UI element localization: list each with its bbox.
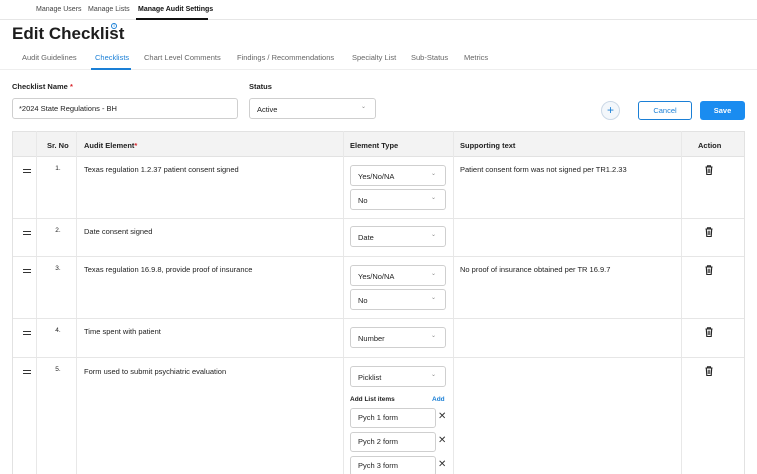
element-type-select[interactable]: Picklist ⌄ [350, 366, 446, 387]
row-audit-element: Form used to submit psychiatric evaluati… [84, 367, 227, 376]
table-row: 4. Time spent with patient Number ⌄ [13, 319, 744, 358]
checklist-name-input[interactable]: *2024 State Regulations - BH [12, 98, 238, 119]
element-type-select[interactable]: Number ⌄ [350, 327, 446, 348]
element-type-value: Picklist [358, 373, 382, 382]
row-sr-no: 4. [55, 327, 61, 334]
checklist-name-label: Checklist Name * [12, 82, 73, 91]
chevron-down-icon: ⌄ [430, 372, 436, 378]
chevron-down-icon: ⌄ [430, 271, 436, 277]
table-row: 5. Form used to submit psychiatric evalu… [13, 358, 744, 474]
element-subtype-value: No [358, 296, 368, 305]
nav-manage-users[interactable]: Manage Users [36, 6, 82, 13]
table-row: 1. Texas regulation 1.2.37 patient conse… [13, 157, 744, 219]
header-sr-no: Sr. No [47, 141, 69, 150]
nav-manage-audit-settings[interactable]: Manage Audit Settings [138, 6, 213, 13]
header-element-type: Element Type [350, 141, 399, 150]
tab-chart-level-comments[interactable]: Chart Level Comments [144, 53, 221, 62]
chevron-down-icon: ⌄ [430, 171, 436, 177]
trash-icon[interactable] [703, 365, 715, 377]
row-sr-no: 3. [55, 265, 61, 272]
chevron-down-icon: ⌄ [430, 232, 436, 238]
trash-icon[interactable] [703, 264, 715, 276]
row-sr-no: 1. [55, 165, 61, 172]
tab-checklists[interactable]: Checklists [95, 53, 129, 62]
tab-findings-recommendations[interactable]: Findings / Recommendations [237, 53, 334, 62]
element-type-value: Date [358, 233, 374, 242]
header-action: Action [698, 141, 722, 150]
required-mark: * [69, 82, 73, 91]
tab-bar: Audit Guidelines Checklists Chart Level … [0, 46, 757, 70]
list-item-input[interactable]: Pych 3 form [350, 456, 436, 474]
element-subtype-value: No [358, 196, 368, 205]
tab-sub-status[interactable]: Sub-Status [411, 53, 448, 62]
element-type-select[interactable]: Yes/No/NA ⌄ [350, 165, 446, 186]
row-supporting-text: No proof of insurance obtained per TR 16… [460, 265, 611, 274]
trash-icon[interactable] [703, 326, 715, 338]
list-item-input[interactable]: Pych 1 form [350, 408, 436, 428]
row-supporting-text: Patient consent form was not signed per … [460, 165, 627, 174]
drag-handle-icon[interactable] [23, 231, 31, 235]
table-row: 2. Date consent signed Date ⌄ [13, 219, 744, 257]
trash-icon[interactable] [703, 164, 715, 176]
drag-handle-icon[interactable] [23, 269, 31, 273]
tab-specialty-list[interactable]: Specialty List [352, 53, 396, 62]
header-supporting-text: Supporting text [460, 141, 516, 150]
table-header: Sr. No Audit Element* Element Type Suppo… [13, 131, 744, 157]
row-audit-element: Texas regulation 16.9.8, provide proof o… [84, 265, 253, 274]
close-icon[interactable]: ✕ [438, 435, 446, 446]
row-sr-no: 5. [55, 366, 61, 373]
table-row: 3. Texas regulation 16.9.8, provide proo… [13, 257, 744, 319]
row-audit-element: Date consent signed [84, 227, 153, 236]
nav-manage-lists[interactable]: Manage Lists [88, 6, 130, 13]
drag-handle-icon[interactable] [23, 370, 31, 374]
header-audit-element: Audit Element* [84, 141, 137, 150]
element-type-value: Number [358, 334, 385, 343]
checklist-name-label-text: Checklist Name [12, 82, 68, 91]
row-audit-element: Texas regulation 1.2.37 patient consent … [84, 165, 239, 174]
cancel-button[interactable]: Cancel [638, 101, 692, 120]
save-button[interactable]: Save [700, 101, 745, 120]
status-value: Active [257, 105, 278, 114]
element-type-select[interactable]: Yes/No/NA ⌄ [350, 265, 446, 286]
add-list-items-label: Add List items [350, 396, 395, 403]
drag-handle-icon[interactable] [23, 331, 31, 335]
header-audit-element-text: Audit Element [84, 141, 135, 150]
list-item-input[interactable]: Pych 2 form [350, 432, 436, 452]
page-title: Edit Checklist [12, 24, 125, 43]
chevron-down-icon: ⌄ [360, 104, 366, 110]
checklist-table: Sr. No Audit Element* Element Type Suppo… [12, 131, 745, 474]
status-select[interactable]: Active ⌄ [249, 98, 376, 119]
element-subtype-select[interactable]: No ⌄ [350, 289, 446, 310]
element-type-select[interactable]: Date ⌄ [350, 226, 446, 247]
close-icon[interactable]: ✕ [438, 411, 446, 422]
chevron-down-icon: ⌄ [430, 333, 436, 339]
tab-metrics[interactable]: Metrics [464, 53, 488, 62]
drag-handle-icon[interactable] [23, 169, 31, 173]
status-label: Status [249, 82, 272, 91]
add-list-item-link[interactable]: Add [432, 396, 445, 403]
row-audit-element: Time spent with patient [84, 327, 161, 336]
required-mark: * [134, 141, 138, 150]
tab-active-indicator [91, 68, 131, 70]
element-type-value: Yes/No/NA [358, 172, 395, 181]
row-sr-no: 2. [55, 227, 61, 234]
close-icon[interactable]: ✕ [438, 459, 446, 470]
top-nav: Manage Users Manage Lists Manage Audit S… [0, 0, 757, 20]
chevron-down-icon: ⌄ [430, 295, 436, 301]
element-type-value: Yes/No/NA [358, 272, 395, 281]
info-icon[interactable]: i [111, 23, 117, 29]
element-subtype-select[interactable]: No ⌄ [350, 189, 446, 210]
chevron-down-icon: ⌄ [430, 195, 436, 201]
nav-active-indicator [136, 18, 208, 20]
trash-icon[interactable] [703, 226, 715, 238]
tab-audit-guidelines[interactable]: Audit Guidelines [22, 53, 77, 62]
add-element-button[interactable]: + [601, 101, 620, 120]
